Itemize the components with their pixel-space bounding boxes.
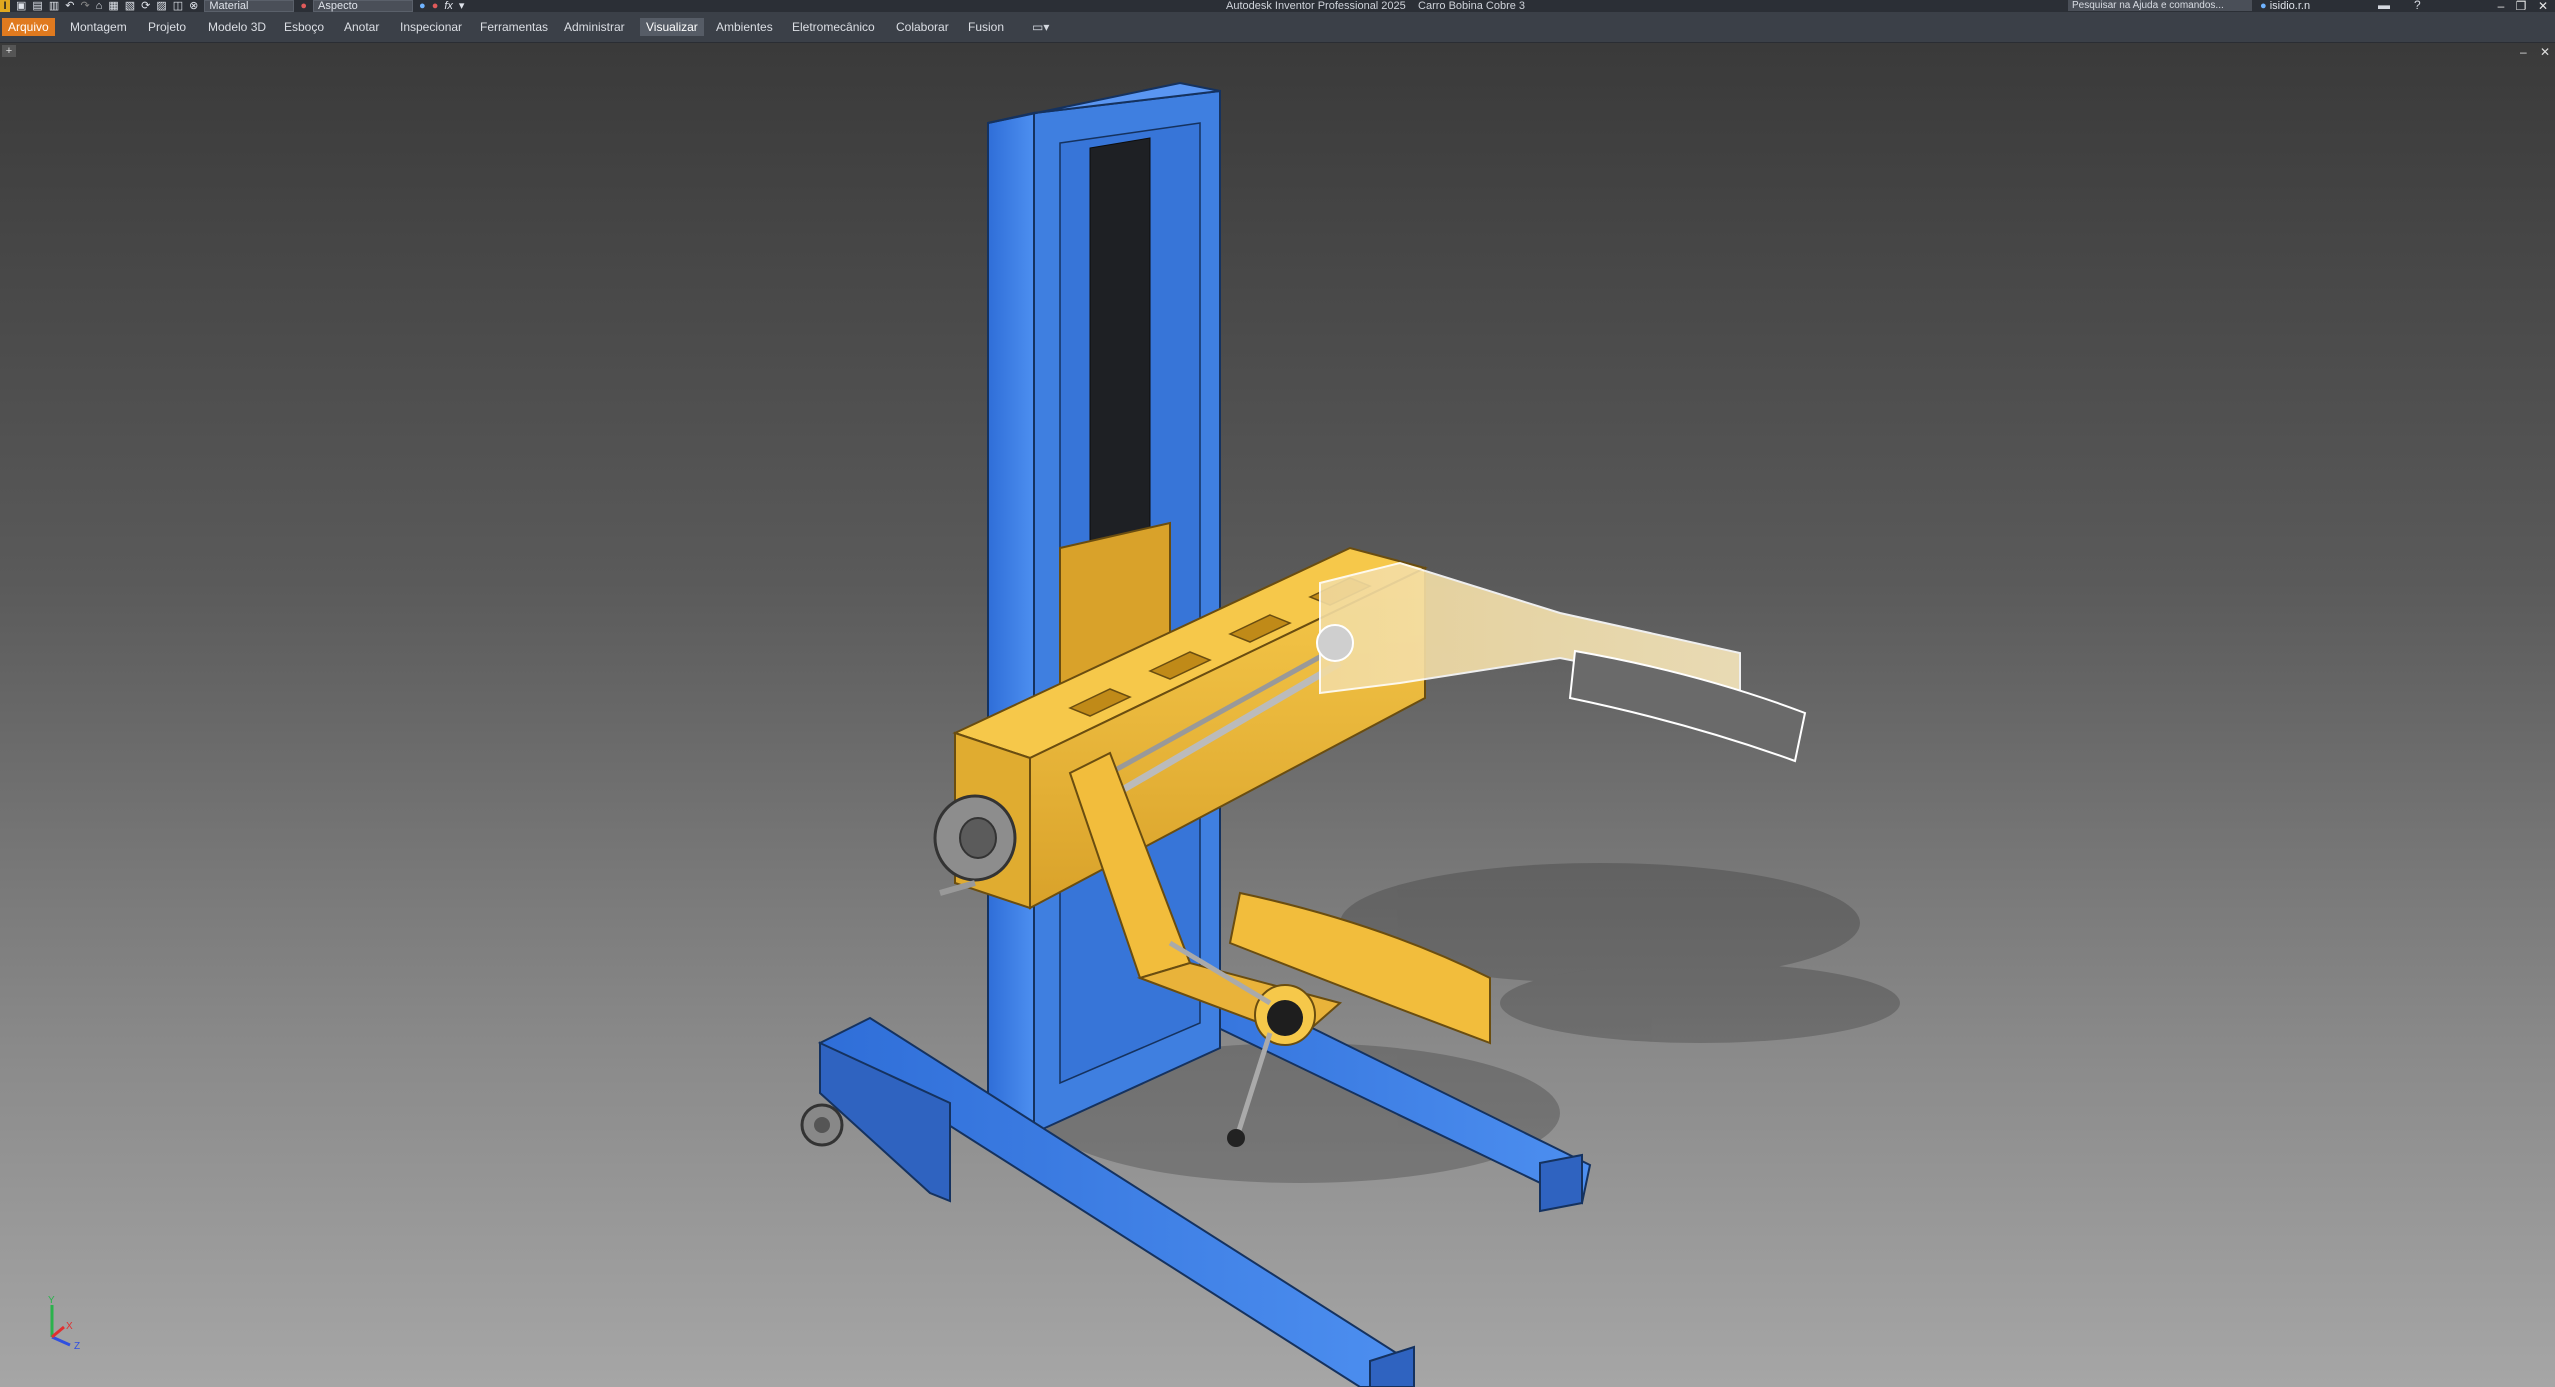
upper-arm-ghost[interactable]: [1316, 561, 1807, 763]
document-name: Carro Bobina Cobre 3: [1418, 0, 1526, 12]
triad-y-label: Y: [48, 1295, 55, 1306]
tab-inspecionar[interactable]: Inspecionar: [394, 18, 468, 36]
new-file-icon[interactable]: ▣: [16, 0, 26, 12]
open-icon[interactable]: ▤: [32, 0, 42, 12]
triad-x-label: X: [66, 1321, 73, 1332]
app-name: Autodesk Inventor Professional 2025: [1226, 0, 1406, 12]
user-account[interactable]: ● isidio.r.n: [2260, 0, 2310, 12]
projects-icon[interactable]: ▧: [125, 0, 135, 12]
tab-esboco[interactable]: Esboço: [278, 18, 330, 36]
tab-ambientes[interactable]: Ambientes: [710, 18, 779, 36]
parameters-button[interactable]: fx: [444, 0, 453, 12]
restore-button[interactable]: ❐: [2510, 0, 2532, 12]
tab-colaborar[interactable]: Colaborar: [890, 18, 955, 36]
adjust-icon[interactable]: ●: [419, 0, 426, 12]
triad-z-label: Z: [74, 1341, 80, 1352]
title-bar: I ▣ ▤ ▥ ↶ ↷ ⌂ ▦ ▧ ⟳ ▨ ◫ ⊗ Material ● Asp…: [0, 0, 2555, 12]
customize-icon[interactable]: ▾: [459, 0, 465, 12]
user-name: isidio.r.n: [2269, 0, 2311, 12]
redo-icon[interactable]: ↷: [80, 0, 89, 12]
model-view[interactable]: Y Z X: [0, 43, 2555, 1387]
app-logo[interactable]: I: [0, 0, 10, 12]
select-icon[interactable]: ◫: [173, 0, 183, 12]
tab-modelo-3d[interactable]: Modelo 3D: [202, 18, 272, 36]
tab-administrar[interactable]: Administrar: [558, 18, 631, 36]
home-icon[interactable]: ⌂: [96, 0, 103, 12]
clear-appearance-icon[interactable]: ●: [432, 0, 439, 12]
tab-montagem[interactable]: Montagem: [64, 18, 133, 36]
tab-eletromecanico[interactable]: Eletromecânico: [786, 18, 881, 36]
update-icon[interactable]: ⟳: [141, 0, 150, 12]
tab-projeto[interactable]: Projeto: [142, 18, 192, 36]
help-icon[interactable]: ?: [2414, 0, 2421, 11]
help-search-input[interactable]: Pesquisar na Ajuda e comandos...: [2068, 0, 2252, 11]
view-triad[interactable]: Y Z X: [48, 1295, 80, 1352]
close-button[interactable]: ✕: [2532, 0, 2554, 12]
close-doc-icon[interactable]: ⊗: [189, 0, 198, 12]
window-title: Autodesk Inventor Professional 2025 Carr…: [1226, 0, 1525, 12]
tab-arquivo[interactable]: Arquivo: [2, 18, 55, 36]
tab-ferramentas[interactable]: Ferramentas: [474, 18, 554, 36]
save-icon[interactable]: ▥: [49, 0, 59, 12]
tab-anotar[interactable]: Anotar: [338, 18, 385, 36]
material-combo[interactable]: Material: [204, 0, 295, 12]
print-icon[interactable]: ▦: [108, 0, 118, 12]
ribbon-display-toggle-icon[interactable]: ▭▾: [1032, 20, 1049, 34]
tab-fusion[interactable]: Fusion: [962, 18, 1010, 36]
undo-icon[interactable]: ↶: [65, 0, 74, 12]
appearance-combo[interactable]: Aspecto: [313, 0, 414, 12]
appearance-icon: ●: [300, 0, 308, 12]
cart-icon[interactable]: ▬: [2378, 0, 2390, 11]
user-icon: ●: [2260, 0, 2267, 12]
measure-icon[interactable]: ▨: [156, 0, 166, 12]
ribbon-tab-bar: Arquivo Montagem Projeto Modelo 3D Esboç…: [0, 12, 2555, 43]
quick-access-toolbar: I ▣ ▤ ▥ ↶ ↷ ⌂ ▦ ▧ ⟳ ▨ ◫ ⊗ Material ● Asp…: [0, 0, 464, 12]
graphics-viewport[interactable]: + – ✕ Y Z X: [0, 43, 2555, 1387]
tab-visualizar[interactable]: Visualizar: [640, 18, 704, 36]
minimize-button[interactable]: –: [2490, 0, 2512, 12]
